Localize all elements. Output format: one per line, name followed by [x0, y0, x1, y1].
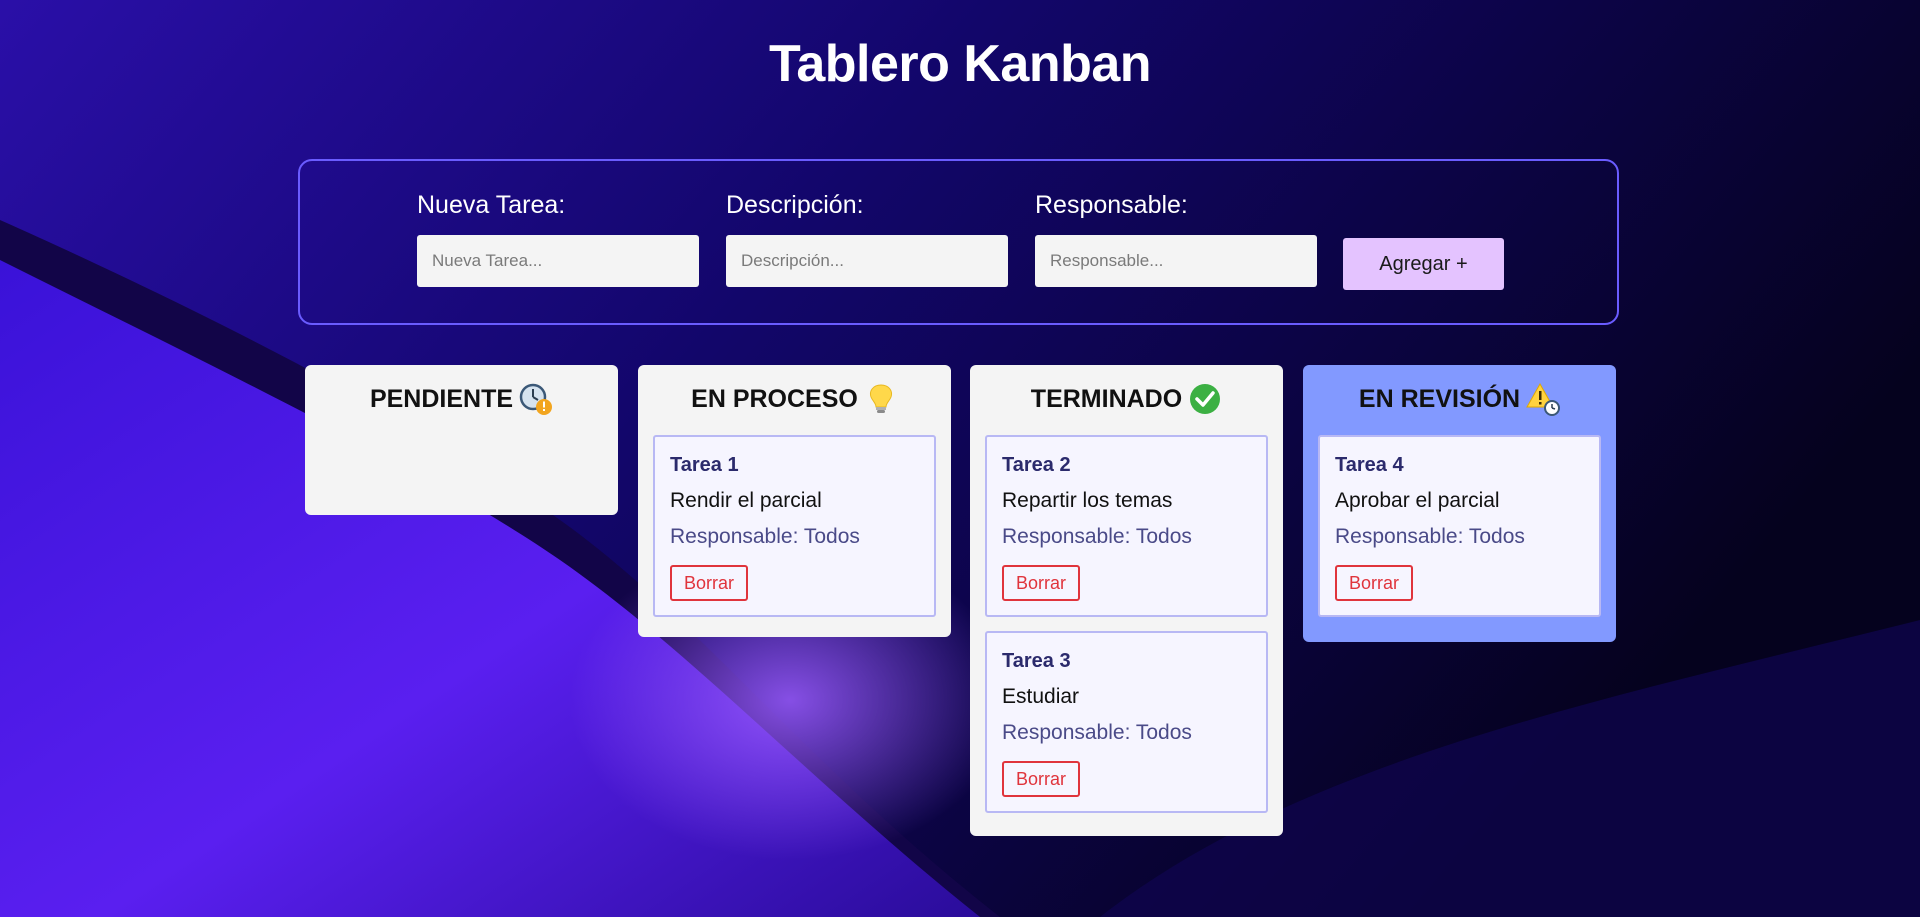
- description-input[interactable]: [726, 235, 1008, 287]
- task-label: Nueva Tarea:: [417, 191, 566, 219]
- column-header: TERMINADO: [985, 381, 1268, 417]
- delete-button[interactable]: Borrar: [1335, 565, 1414, 601]
- delete-button[interactable]: Borrar: [1002, 565, 1081, 601]
- card-owner: Responsable: Todos: [1002, 525, 1192, 548]
- column-header: PENDIENTE: [320, 381, 603, 417]
- card-title: Tarea 1: [670, 454, 739, 476]
- lightbulb-icon: [869, 384, 892, 413]
- delete-button[interactable]: Borrar: [1002, 761, 1081, 797]
- description-label: Descripción:: [726, 191, 864, 219]
- clock-warning-icon: [519, 383, 553, 415]
- add-task-button[interactable]: Agregar +: [1343, 238, 1504, 290]
- card-owner: Responsable: Todos: [1002, 721, 1192, 744]
- task-card: Tarea 2 Repartir los temas Responsable: …: [985, 435, 1268, 617]
- task-field-group: Nueva Tarea:: [417, 191, 699, 287]
- owner-input[interactable]: [1035, 235, 1317, 287]
- owner-field-group: Responsable:: [1035, 191, 1317, 287]
- task-card: Tarea 1 Rendir el parcial Responsable: T…: [653, 435, 936, 617]
- card-description: Rendir el parcial: [670, 489, 822, 512]
- card-description: Repartir los temas: [1002, 489, 1173, 512]
- new-task-form: Nueva Tarea: Descripción: Responsable: A…: [298, 159, 1619, 325]
- task-card: Tarea 4 Aprobar el parcial Responsable: …: [1318, 435, 1601, 617]
- column-title: TERMINADO: [1030, 385, 1183, 413]
- task-card: Tarea 3 Estudiar Responsable: Todos Borr…: [985, 631, 1268, 813]
- page-title: Tablero Kanban: [768, 35, 1152, 93]
- card-owner: Responsable: Todos: [670, 525, 860, 548]
- owner-label: Responsable:: [1035, 191, 1188, 219]
- column-title: EN REVISIÓN: [1358, 385, 1521, 413]
- column-header: EN PROCESO: [653, 381, 936, 417]
- card-owner: Responsable: Todos: [1335, 525, 1525, 548]
- kanban-page: Tablero Kanban Nueva Tarea: Descripción:…: [0, 0, 1920, 917]
- column-en-proceso: EN PROCESO Tarea 1 Rendir el parcial Res…: [638, 365, 951, 637]
- column-title: EN PROCESO: [691, 385, 858, 413]
- card-title: Tarea 3: [1002, 650, 1071, 672]
- column-pendiente: PENDIENTE: [305, 365, 618, 515]
- description-field-group: Descripción:: [726, 191, 1008, 287]
- check-circle-icon: [1190, 384, 1221, 414]
- task-input[interactable]: [417, 235, 699, 287]
- card-description: Aprobar el parcial: [1335, 489, 1500, 512]
- card-title: Tarea 2: [1002, 454, 1071, 476]
- warning-clock-icon: [1526, 382, 1561, 416]
- column-title: PENDIENTE: [369, 385, 514, 413]
- card-title: Tarea 4: [1335, 454, 1404, 476]
- card-description: Estudiar: [1002, 685, 1080, 708]
- column-terminado: TERMINADO Tarea 2 Repartir los temas Res…: [970, 365, 1283, 836]
- delete-button[interactable]: Borrar: [670, 565, 749, 601]
- column-header: EN REVISIÓN: [1318, 381, 1601, 417]
- column-en-revision: EN REVISIÓN Tarea 4 Aprobar el parcial R…: [1303, 365, 1616, 642]
